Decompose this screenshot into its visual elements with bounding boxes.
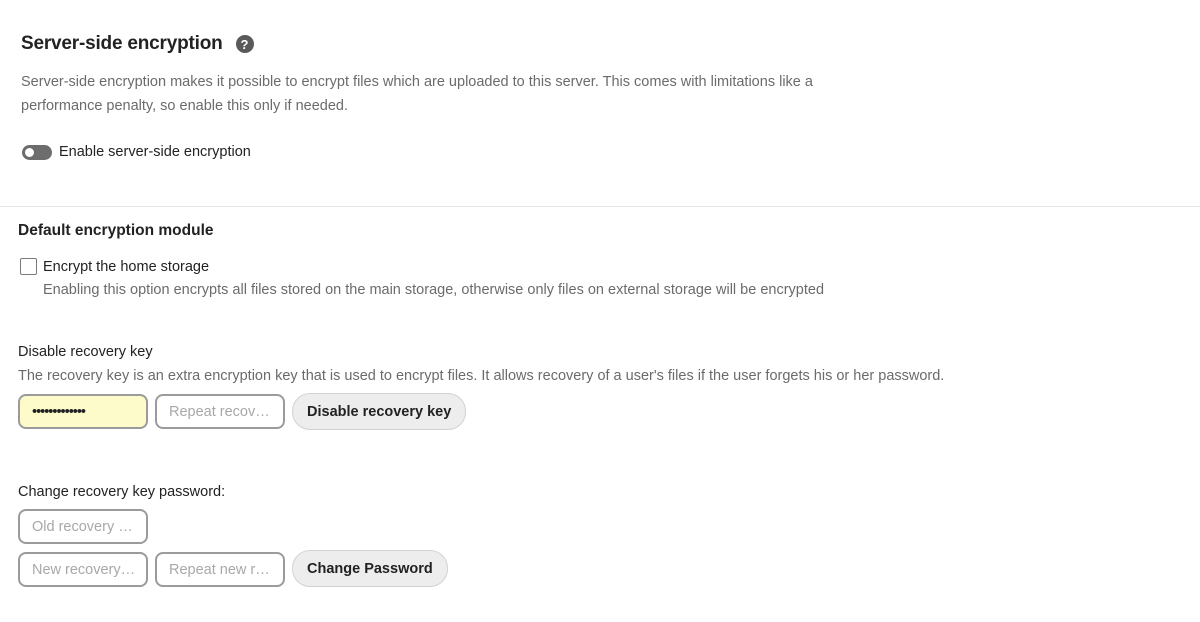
repeat-recovery-password-input[interactable] xyxy=(155,394,285,429)
enable-encryption-label[interactable]: Enable server-side encryption xyxy=(59,144,251,160)
change-recovery-title: Change recovery key password: xyxy=(18,484,226,500)
disable-recovery-key-button[interactable]: Disable recovery key xyxy=(292,393,467,430)
section-header: Server-side encryption ? xyxy=(21,33,254,55)
section-title: Server-side encryption xyxy=(21,33,223,54)
home-storage-hint: Enabling this option encrypts all files … xyxy=(43,282,825,298)
toggle-knob xyxy=(25,147,34,157)
disable-recovery-description: The recovery key is an extra encryption … xyxy=(18,368,945,384)
home-storage-option[interactable]: Encrypt the home storage xyxy=(20,258,209,275)
default-module-title: Default encryption module xyxy=(18,222,214,239)
enable-encryption-toggle-row[interactable]: Enable server-side encryption xyxy=(22,144,251,160)
old-recovery-password-input[interactable] xyxy=(18,509,148,544)
recovery-password-input[interactable] xyxy=(18,394,148,429)
repeat-new-recovery-password-input[interactable] xyxy=(155,552,285,587)
home-storage-checkbox[interactable] xyxy=(20,258,37,275)
server-side-encryption-section: Server-side encryption ? Server-side enc… xyxy=(0,0,1200,207)
change-password-button[interactable]: Change Password xyxy=(292,550,448,587)
section-description: Server-side encryption makes it possible… xyxy=(21,74,813,114)
new-recovery-password-input[interactable] xyxy=(18,552,148,587)
help-icon[interactable]: ? xyxy=(235,35,254,53)
disable-recovery-title: Disable recovery key xyxy=(18,344,153,360)
enable-encryption-toggle[interactable] xyxy=(22,144,52,160)
home-storage-label[interactable]: Encrypt the home storage xyxy=(43,259,209,275)
